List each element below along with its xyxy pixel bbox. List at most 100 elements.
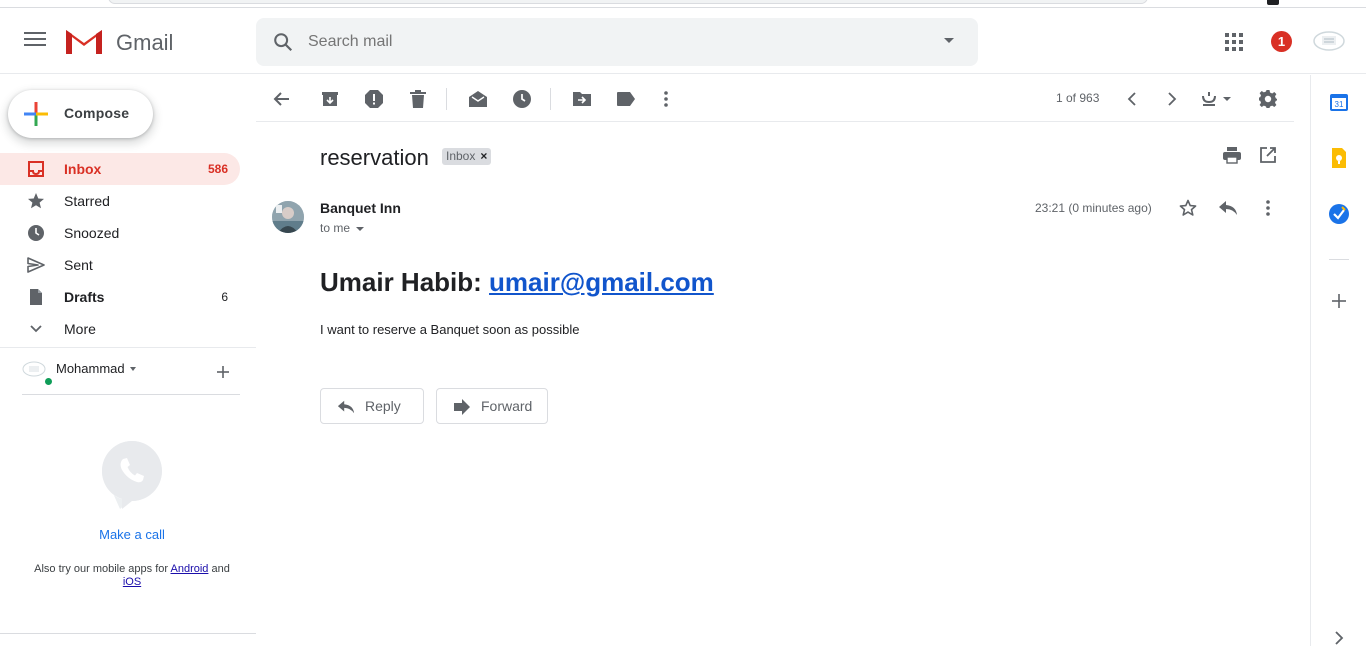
message-view: 1 of 963 reservation Inbox × Banquet Inn … xyxy=(256,75,1310,646)
reply-icon xyxy=(1219,201,1237,215)
reply-button[interactable] xyxy=(1216,196,1240,220)
nav-count: 6 xyxy=(221,290,228,304)
open-new-window-button[interactable] xyxy=(1256,143,1280,167)
nav-item-snoozed[interactable]: Snoozed xyxy=(0,217,240,249)
divider xyxy=(446,88,447,110)
message-toolbar: 1 of 963 xyxy=(256,75,1294,122)
nav-label: Inbox xyxy=(64,161,102,177)
message-subject: reservation xyxy=(320,145,429,170)
remove-label-button[interactable]: × xyxy=(480,149,487,163)
archive-button[interactable] xyxy=(318,87,342,111)
keep-icon[interactable] xyxy=(1329,148,1349,168)
sender-name[interactable]: Banquet Inn xyxy=(320,200,401,216)
mobile-note-prefix: Also try our mobile apps for xyxy=(34,563,169,575)
account-avatar[interactable] xyxy=(1312,26,1346,56)
android-link[interactable]: Android xyxy=(171,563,209,575)
notification-badge[interactable]: 1 xyxy=(1271,31,1292,52)
search-options-icon[interactable] xyxy=(944,38,954,43)
phone-bubble-icon xyxy=(102,441,162,509)
mail-open-icon xyxy=(469,91,487,107)
ios-link[interactable]: iOS xyxy=(123,576,141,588)
recipient-details[interactable]: to me xyxy=(320,221,365,235)
labels-button[interactable] xyxy=(614,87,638,111)
recipient-text: to me xyxy=(320,221,351,235)
label-icon xyxy=(617,92,635,106)
nav-item-inbox[interactable]: Inbox 586 xyxy=(0,153,240,185)
inbox-icon xyxy=(28,161,44,177)
tab-indicator xyxy=(1267,0,1279,5)
make-call-link[interactable]: Make a call xyxy=(0,527,264,542)
report-spam-button[interactable] xyxy=(362,87,386,111)
sidebar: Compose Inbox 586 Starred Snoozed Sent D… xyxy=(0,75,256,646)
chevron-right-icon[interactable] xyxy=(1333,631,1345,645)
input-tools-button[interactable] xyxy=(1198,87,1234,111)
apps-grid-icon[interactable] xyxy=(1225,33,1243,51)
mobile-note-and: and xyxy=(211,563,230,575)
gmail-logo-icon[interactable] xyxy=(64,26,104,56)
caret-down-icon[interactable] xyxy=(130,367,136,371)
more-vert-icon xyxy=(664,91,668,107)
nav-list: Inbox 586 Starred Snoozed Sent Drafts 6 … xyxy=(0,153,240,345)
archive-icon xyxy=(322,92,338,106)
add-icon[interactable] xyxy=(216,365,230,379)
header: Gmail 1 xyxy=(0,8,1366,74)
nav-item-more[interactable]: More xyxy=(0,313,240,345)
nav-item-sent[interactable]: Sent xyxy=(0,249,240,281)
delete-button[interactable] xyxy=(406,87,430,111)
back-button[interactable] xyxy=(270,87,294,111)
hangouts-user-name: Mohammad xyxy=(56,361,125,376)
sender-photo xyxy=(272,201,304,233)
divider xyxy=(22,394,240,395)
body-email-link[interactable]: umair@gmail.com xyxy=(489,267,714,297)
caret-down-icon[interactable] xyxy=(356,226,365,231)
chevron-left-icon xyxy=(1127,92,1136,106)
forward-action-button[interactable]: Forward xyxy=(436,388,548,424)
more-options-button[interactable] xyxy=(654,87,678,111)
user-avatar xyxy=(22,361,46,377)
compose-button[interactable]: Compose xyxy=(8,90,153,138)
sender-avatar[interactable] xyxy=(272,201,304,233)
online-status-dot xyxy=(43,376,54,387)
reply-icon xyxy=(337,400,355,414)
older-button[interactable] xyxy=(1160,87,1184,111)
open-in-new-icon xyxy=(1260,147,1276,163)
forward-icon xyxy=(454,399,470,415)
print-icon xyxy=(1223,147,1241,164)
gear-icon xyxy=(1259,90,1277,108)
mobile-apps-note: Also try our mobile apps for Android and… xyxy=(20,563,244,589)
newer-button[interactable] xyxy=(1120,87,1144,111)
nav-item-drafts[interactable]: Drafts 6 xyxy=(0,281,240,313)
search-input[interactable] xyxy=(308,28,908,56)
compose-label: Compose xyxy=(64,105,130,121)
tasks-icon[interactable] xyxy=(1329,204,1349,224)
calendar-icon[interactable]: 31 xyxy=(1329,92,1349,112)
nav-label: Snoozed xyxy=(64,225,120,241)
main-menu-icon[interactable] xyxy=(24,32,46,50)
gmail-logo-text[interactable]: Gmail xyxy=(116,30,173,56)
nav-count: 586 xyxy=(207,162,228,176)
nav-label: Sent xyxy=(64,257,93,273)
pagination-info: 1 of 963 xyxy=(1056,91,1100,105)
message-more-button[interactable] xyxy=(1256,196,1280,220)
search-bar[interactable] xyxy=(256,18,978,66)
snooze-button[interactable] xyxy=(510,87,534,111)
print-button[interactable] xyxy=(1220,143,1244,167)
star-button[interactable] xyxy=(1176,196,1200,220)
move-to-button[interactable] xyxy=(570,87,594,111)
nav-item-starred[interactable]: Starred xyxy=(0,185,240,217)
label-chip-text: Inbox xyxy=(446,149,476,163)
add-addon-icon[interactable] xyxy=(1331,293,1347,309)
divider xyxy=(550,88,551,110)
address-bar-edge xyxy=(108,0,1148,4)
mark-unread-button[interactable] xyxy=(466,87,490,111)
nav-label: More xyxy=(64,321,96,337)
search-icon[interactable] xyxy=(272,31,294,53)
star-icon xyxy=(28,193,44,209)
browser-top-strip xyxy=(0,0,1366,8)
reply-action-button[interactable]: Reply xyxy=(320,388,424,424)
folder-move-icon xyxy=(573,92,591,106)
reply-label: Reply xyxy=(365,398,401,414)
input-tools-icon xyxy=(1202,92,1231,106)
forward-label: Forward xyxy=(481,398,533,414)
settings-button[interactable] xyxy=(1256,87,1280,111)
